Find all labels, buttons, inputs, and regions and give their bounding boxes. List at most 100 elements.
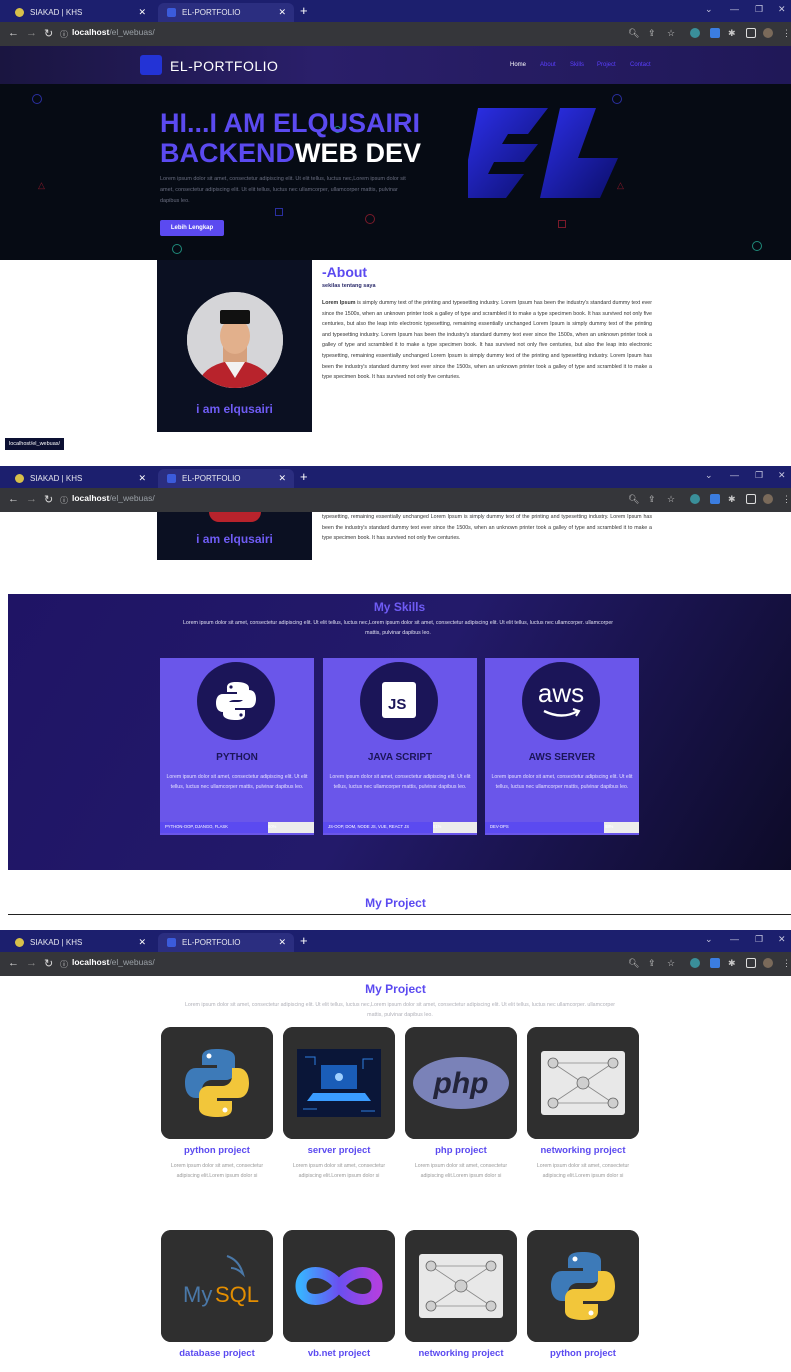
close-tab-icon[interactable]: ✕ (278, 7, 286, 18)
profile-avatar[interactable] (763, 958, 773, 968)
zoom-icon[interactable]: 🔍︎ (628, 28, 639, 39)
extension-icon[interactable] (710, 958, 720, 968)
restore-button[interactable]: ❐ (755, 4, 763, 15)
project-name[interactable]: database project (161, 1348, 273, 1359)
forward-arrow-icon[interactable]: → (26, 27, 37, 39)
nav-link-home[interactable]: Home (510, 62, 526, 68)
close-tab-icon[interactable]: ✕ (138, 7, 146, 18)
extension-icon[interactable] (690, 494, 700, 504)
bookmark-star-icon[interactable]: ☆ (667, 494, 675, 505)
back-arrow-icon[interactable]: ← (8, 27, 19, 39)
project-name[interactable]: python project (527, 1348, 639, 1359)
browser-menu-icon[interactable]: ⋮ (782, 28, 791, 39)
side-panel-icon[interactable] (746, 28, 756, 38)
zoom-icon[interactable]: 🔍︎ (628, 494, 639, 505)
site-logo-icon[interactable] (140, 55, 162, 75)
project-card[interactable]: networking project (405, 1230, 517, 1370)
back-arrow-icon[interactable]: ← (8, 957, 19, 969)
zoom-icon[interactable]: 🔍︎ (628, 958, 639, 969)
aws-smile-icon (543, 708, 581, 717)
project-card[interactable]: networking project Lorem ipsum dolor sit… (527, 1027, 639, 1197)
circle-decoration-icon (32, 94, 42, 104)
browser-tab-siakad[interactable]: SIAKAD | KHS ✕ (6, 933, 154, 952)
share-icon[interactable]: ⇪ (648, 494, 656, 505)
extension-icon[interactable] (710, 28, 720, 38)
tab-search-icon[interactable]: ⌄ (705, 470, 713, 481)
site-brand[interactable]: EL-PORTFOLIO (170, 58, 278, 74)
extensions-puzzle-icon[interactable]: ✱ (728, 28, 736, 39)
reload-icon[interactable]: ↻ (44, 493, 53, 506)
browser-tab-portfolio[interactable]: EL-PORTFOLIO ✕ (158, 3, 294, 22)
project-card[interactable]: server project Lorem ipsum dolor sit ame… (283, 1027, 395, 1197)
nav-link-project[interactable]: Project (597, 62, 616, 68)
close-window-button[interactable]: ✕ (778, 934, 786, 945)
reload-icon[interactable]: ↻ (44, 27, 53, 40)
bookmark-star-icon[interactable]: ☆ (667, 28, 675, 39)
new-tab-button[interactable]: + (300, 469, 308, 484)
close-window-button[interactable]: ✕ (778, 470, 786, 481)
tab-search-icon[interactable]: ⌄ (705, 4, 713, 15)
forward-arrow-icon[interactable]: → (26, 493, 37, 505)
site-info-icon[interactable]: ⓘ (60, 29, 68, 40)
address-toolbar: ← → ↻ ⓘ localhost/el_webuas/ 🔍︎ ⇪ ☆ ✱ ⋮ (0, 952, 791, 976)
close-tab-icon[interactable]: ✕ (138, 473, 146, 484)
project-card[interactable]: php php project Lorem ipsum dolor sit am… (405, 1027, 517, 1197)
tab-search-icon[interactable]: ⌄ (705, 934, 713, 945)
javascript-logo-text: JS (382, 682, 416, 718)
side-panel-icon[interactable] (746, 958, 756, 968)
extension-icon[interactable] (690, 958, 700, 968)
javascript-icon: JS (360, 662, 438, 740)
extension-icon[interactable] (690, 28, 700, 38)
site-info-icon[interactable]: ⓘ (60, 495, 68, 506)
close-tab-icon[interactable]: ✕ (278, 937, 286, 948)
browser-menu-icon[interactable]: ⋮ (782, 494, 791, 505)
restore-button[interactable]: ❐ (755, 934, 763, 945)
reload-icon[interactable]: ↻ (44, 957, 53, 970)
extensions-puzzle-icon[interactable]: ✱ (728, 494, 736, 505)
nav-link-about[interactable]: About (540, 62, 556, 68)
learn-more-button[interactable]: Lebih Lengkap (160, 220, 224, 236)
browser-menu-icon[interactable]: ⋮ (782, 958, 791, 969)
project-name[interactable]: networking project (527, 1145, 639, 1156)
browser-tab-portfolio[interactable]: EL-PORTFOLIO ✕ (158, 469, 294, 488)
close-tab-icon[interactable]: ✕ (278, 473, 286, 484)
nav-link-contact[interactable]: Contact (630, 62, 651, 68)
project-card[interactable]: python project (527, 1230, 639, 1370)
browser-tab-siakad[interactable]: SIAKAD | KHS ✕ (6, 3, 154, 22)
project-name[interactable]: server project (283, 1145, 395, 1156)
site-info-icon[interactable]: ⓘ (60, 959, 68, 970)
share-icon[interactable]: ⇪ (648, 28, 656, 39)
restore-button[interactable]: ❐ (755, 470, 763, 481)
project-card[interactable]: vb.net project (283, 1230, 395, 1370)
project-name[interactable]: php project (405, 1145, 517, 1156)
new-tab-button[interactable]: + (300, 3, 308, 18)
minimize-button[interactable]: — (730, 934, 739, 944)
tab-label: SIAKAD | KHS (30, 938, 83, 947)
browser-tab-siakad[interactable]: SIAKAD | KHS ✕ (6, 469, 154, 488)
nav-link-skills[interactable]: Skills (570, 62, 584, 68)
back-arrow-icon[interactable]: ← (8, 493, 19, 505)
forward-arrow-icon[interactable]: → (26, 957, 37, 969)
address-bar[interactable]: localhost/el_webuas/ (72, 27, 155, 37)
minimize-button[interactable]: — (730, 470, 739, 480)
extension-icon[interactable] (710, 494, 720, 504)
close-window-button[interactable]: ✕ (778, 4, 786, 15)
project-name[interactable]: python project (161, 1145, 273, 1156)
skill-progress-bar: DEV-OPS 88% (485, 822, 639, 833)
address-bar[interactable]: localhost/el_webuas/ (72, 957, 155, 967)
bookmark-star-icon[interactable]: ☆ (667, 958, 675, 969)
project-name[interactable]: vb.net project (283, 1348, 395, 1359)
browser-tab-portfolio[interactable]: EL-PORTFOLIO ✕ (158, 933, 294, 952)
profile-avatar[interactable] (763, 494, 773, 504)
new-tab-button[interactable]: + (300, 933, 308, 948)
extensions-puzzle-icon[interactable]: ✱ (728, 958, 736, 969)
project-card[interactable]: My SQL database project (161, 1230, 273, 1370)
side-panel-icon[interactable] (746, 494, 756, 504)
share-icon[interactable]: ⇪ (648, 958, 656, 969)
close-tab-icon[interactable]: ✕ (138, 937, 146, 948)
project-card[interactable]: python project Lorem ipsum dolor sit ame… (161, 1027, 273, 1197)
address-bar[interactable]: localhost/el_webuas/ (72, 493, 155, 503)
project-name[interactable]: networking project (405, 1348, 517, 1359)
profile-avatar[interactable] (763, 28, 773, 38)
minimize-button[interactable]: — (730, 4, 739, 14)
